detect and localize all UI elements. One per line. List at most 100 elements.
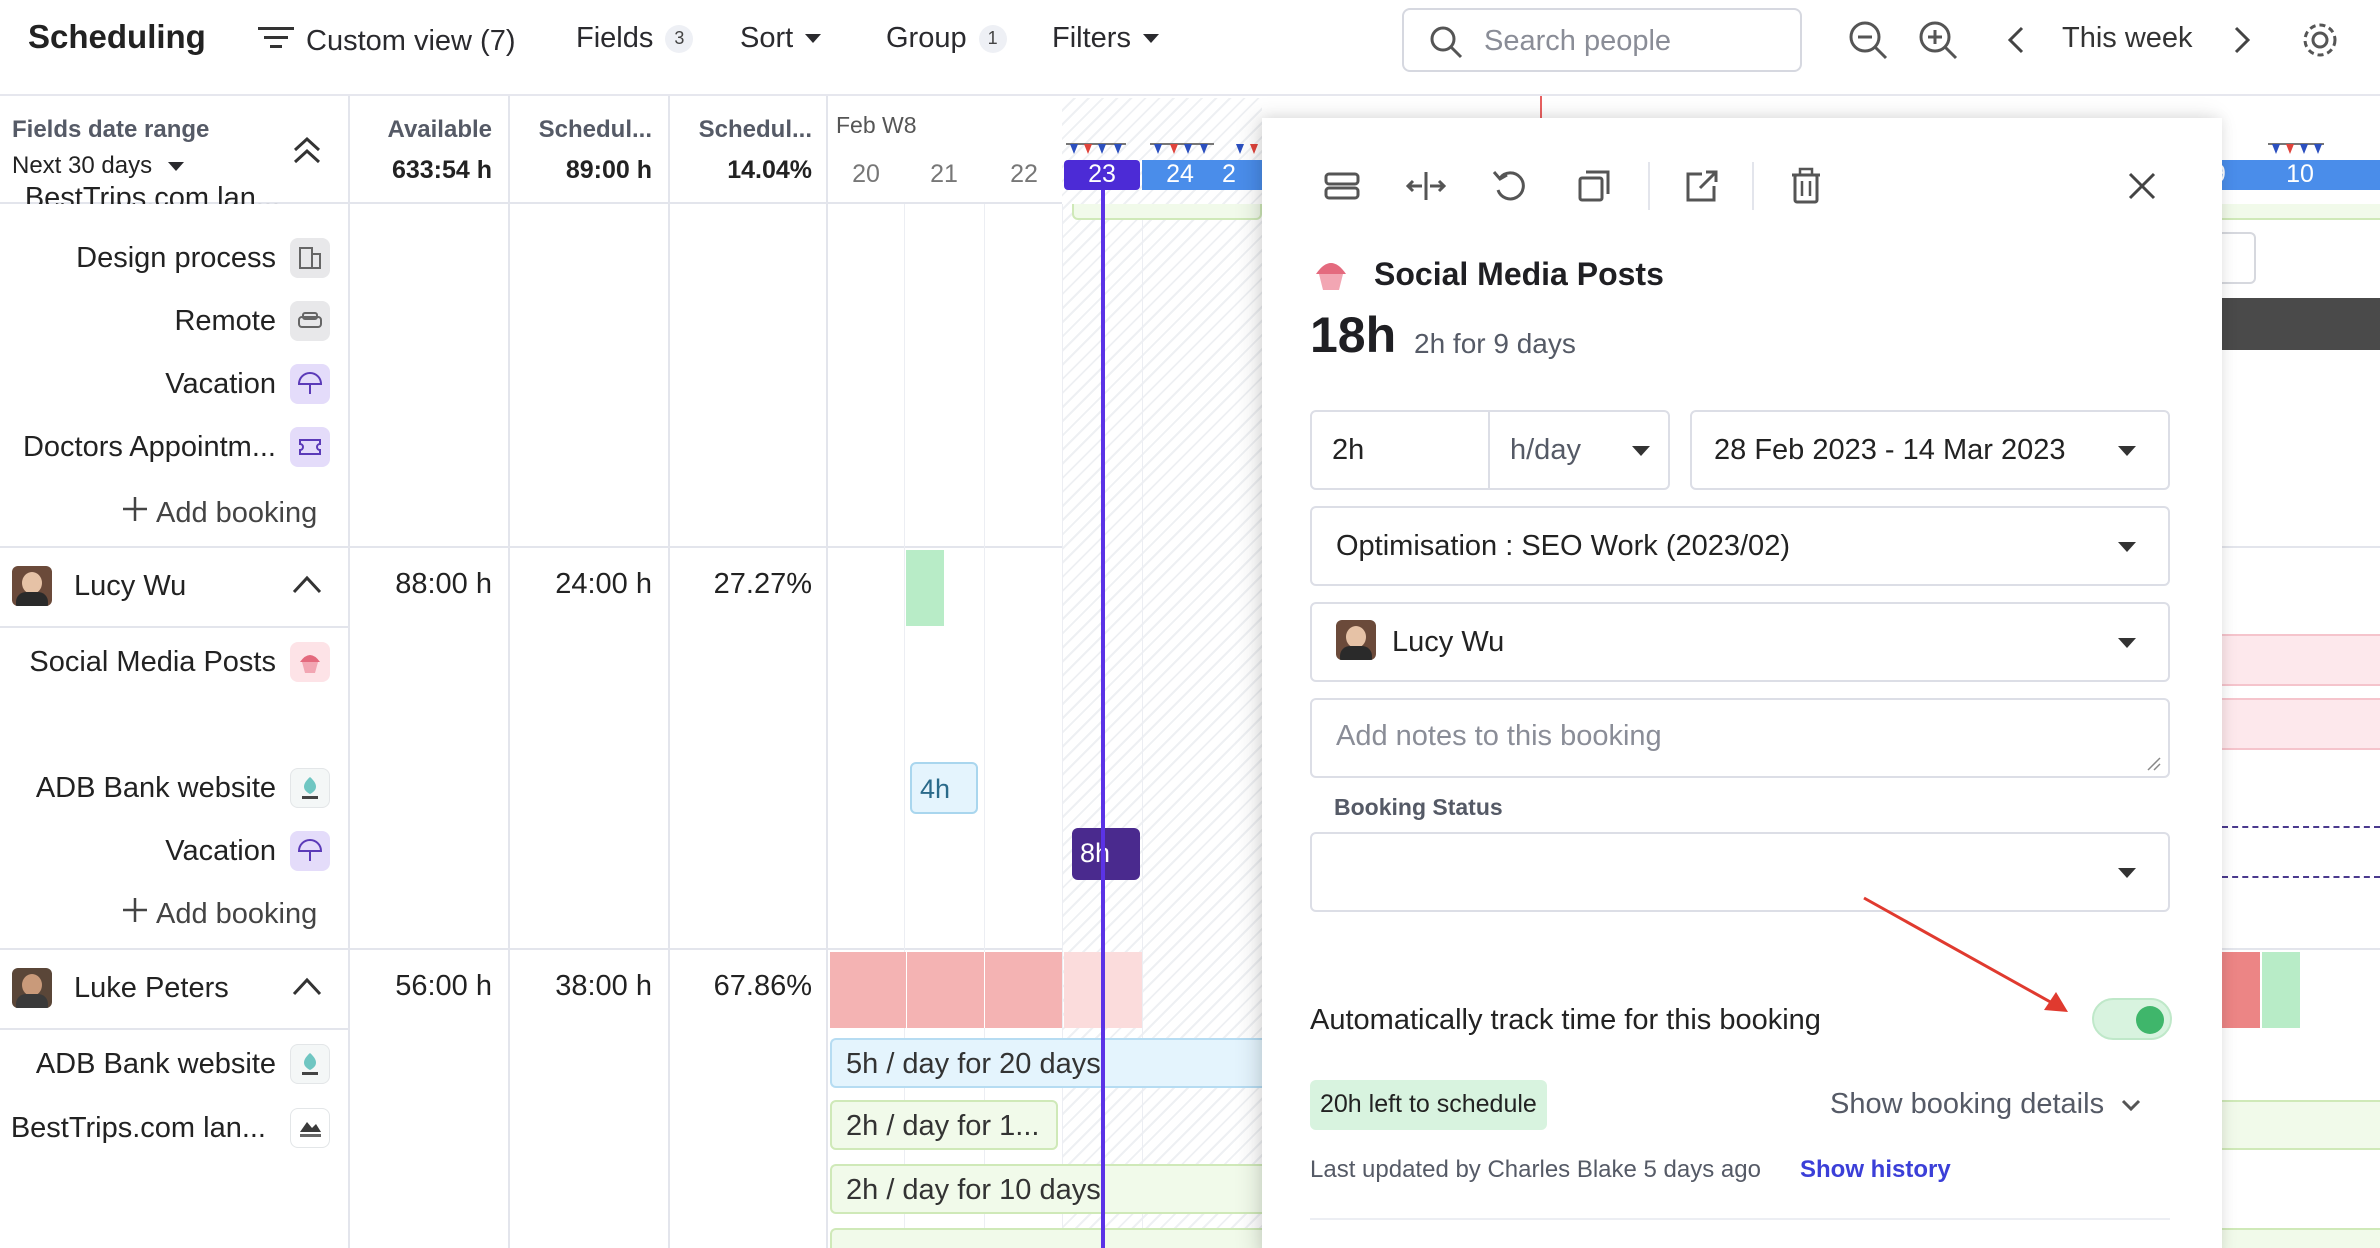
- sort-label: Sort: [740, 22, 794, 54]
- booking-bar[interactable]: 2h / day for 10 days: [830, 1164, 1262, 1214]
- sofa-icon: [290, 301, 330, 341]
- day-label: 20: [852, 160, 880, 188]
- cell-divider: [984, 952, 985, 1028]
- fields-button[interactable]: Fields 3: [576, 22, 694, 55]
- chevron-down-icon: [2118, 446, 2136, 456]
- custom-view-button[interactable]: Custom view (7): [258, 22, 516, 60]
- person-scheduled: 38:00 h: [555, 970, 652, 1002]
- plus-icon: [120, 895, 150, 933]
- show-details-label: Show booking details: [1830, 1088, 2105, 1120]
- row-label: BestTrips.com lan...: [10, 1112, 266, 1144]
- gear-icon[interactable]: [2298, 18, 2342, 62]
- resize-horizontal-icon[interactable]: [1405, 166, 1447, 211]
- search-placeholder: Search people: [1484, 25, 1672, 57]
- chevron-up-icon[interactable]: [290, 972, 324, 1005]
- column-divider: [826, 96, 828, 1248]
- holiday-flags-icon: [1066, 142, 1266, 165]
- this-week-button[interactable]: This week: [2062, 22, 2193, 55]
- booking-bar[interactable]: 2h / day for 1...: [830, 1100, 1058, 1150]
- person-scheduled: 24:00 h: [555, 568, 652, 600]
- search-icon: [1428, 24, 1464, 65]
- booking-bar[interactable]: 5h / day for 20 days: [830, 1038, 1262, 1088]
- undo-icon[interactable]: [1490, 166, 1530, 211]
- zoom-out-icon[interactable]: [1846, 18, 1890, 62]
- ticket-icon: [290, 427, 330, 467]
- umbrella-icon: [290, 364, 330, 404]
- building-icon: [290, 238, 330, 278]
- booking-bar-partial: [2222, 1228, 2380, 1248]
- booking-status-label: Booking Status: [1334, 794, 1503, 820]
- scheduled-total: 89:00 h: [565, 156, 652, 184]
- avatar: [12, 566, 52, 606]
- person-available: 88:00 h: [395, 568, 492, 600]
- filters-button[interactable]: Filters: [1052, 22, 1159, 55]
- available-header: Available: [387, 116, 493, 143]
- row-divider: [0, 1028, 348, 1030]
- day-label: 22: [1010, 160, 1038, 188]
- chevron-down-icon: [2118, 542, 2136, 552]
- add-booking-button[interactable]: Add booking: [120, 895, 317, 933]
- booking-bar-partial[interactable]: [830, 1228, 1262, 1248]
- available-total: 633:54 h: [391, 156, 492, 184]
- search-people-input[interactable]: Search people: [1402, 8, 1802, 72]
- open-external-icon[interactable]: [1682, 166, 1722, 211]
- auto-track-toggle[interactable]: [2092, 998, 2172, 1040]
- custom-view-label: Custom view (7): [306, 24, 516, 57]
- column-divider: [508, 96, 510, 1248]
- overbooked-cell: [2222, 952, 2260, 1028]
- row-label: Doctors Appointm...: [22, 431, 276, 463]
- booking-bar-partial: [2222, 232, 2256, 284]
- day-divider: [904, 204, 905, 1248]
- trash-icon[interactable]: [1786, 166, 1826, 211]
- collapse-all-icon[interactable]: [290, 134, 324, 173]
- scheduled-percent-total: 14.04%: [727, 156, 812, 184]
- chevron-right-icon[interactable]: [2218, 18, 2262, 62]
- dashed-line: [2222, 876, 2380, 878]
- task-value: Optimisation : SEO Work (2023/02): [1336, 530, 1790, 562]
- person-value: Lucy Wu: [1392, 626, 1505, 658]
- cupcake-icon: [1312, 254, 1350, 299]
- row-label: Vacation: [165, 835, 276, 867]
- duplicate-icon[interactable]: [1574, 166, 1614, 211]
- hours-input[interactable]: 2h: [1332, 434, 1364, 467]
- toolbar-divider: [1752, 162, 1754, 210]
- notes-placeholder: Add notes to this booking: [1336, 720, 1662, 752]
- group-button[interactable]: Group 1: [886, 22, 1007, 55]
- resize-handle-icon[interactable]: [2146, 756, 2162, 777]
- show-history-link[interactable]: Show history: [1800, 1156, 1951, 1184]
- cupcake-icon: [290, 642, 330, 682]
- chevron-down-icon: [168, 161, 185, 171]
- sort-button[interactable]: Sort: [740, 22, 822, 55]
- add-booking-button[interactable]: Add booking: [120, 494, 317, 532]
- person-name[interactable]: Luke Peters: [74, 972, 229, 1005]
- booking-bar-4h[interactable]: 4h: [910, 762, 978, 814]
- booking-total-hours: 18h: [1310, 307, 1397, 363]
- split-icon[interactable]: [1322, 166, 1362, 211]
- booking-bar-8h[interactable]: 8h: [1072, 828, 1140, 880]
- column-divider: [348, 96, 350, 1248]
- chevron-left-icon[interactable]: [1996, 18, 2040, 62]
- cell-divider: [906, 952, 907, 1028]
- left-to-schedule-badge: 20h left to schedule: [1310, 1080, 1547, 1130]
- day-divider: [1142, 204, 1143, 1248]
- fields-label: Fields: [576, 22, 654, 54]
- filter-lines-icon: [258, 22, 294, 60]
- filters-label: Filters: [1052, 22, 1131, 54]
- zoom-in-icon[interactable]: [1916, 18, 1960, 62]
- group-label: Group: [886, 22, 967, 54]
- chevron-down-icon: [1142, 34, 1159, 43]
- adb-logo-icon: [290, 768, 330, 808]
- close-icon[interactable]: [2122, 166, 2162, 211]
- person-name[interactable]: Lucy Wu: [74, 570, 186, 603]
- show-booking-details-button[interactable]: Show booking details: [1830, 1088, 2142, 1121]
- booking-bar-pink: [2222, 634, 2380, 686]
- row-divider: [0, 626, 348, 628]
- booking-hours-summary: 2h for 9 days: [1414, 328, 1576, 359]
- field-divider: [1488, 412, 1490, 488]
- day-divider: [984, 204, 985, 1248]
- chevron-down-icon: [2120, 1088, 2142, 1121]
- chevron-up-icon[interactable]: [290, 570, 324, 603]
- day-label: 21: [930, 160, 958, 188]
- date-range-dropdown[interactable]: Next 30 days: [12, 152, 185, 180]
- chevron-down-icon: [2118, 868, 2136, 878]
